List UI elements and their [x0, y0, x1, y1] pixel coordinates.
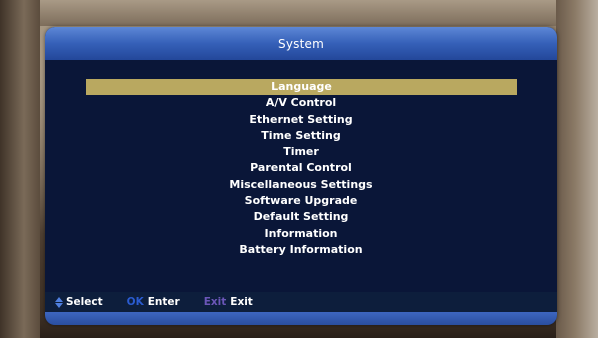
menu-item-information[interactable]: Information — [45, 226, 557, 242]
key-hint-bar: Select OK Enter Exit Exit — [45, 292, 557, 312]
ok-key-label: OK — [126, 296, 144, 308]
enter-hint-label: Enter — [147, 296, 180, 308]
dialog-bottom-bar — [45, 312, 557, 325]
menu-item-language[interactable]: Language — [86, 79, 517, 96]
select-hint-label: Select — [66, 296, 103, 308]
menu-item-default-setting[interactable]: Default Setting — [45, 209, 557, 225]
background-video-right — [556, 0, 598, 338]
exit-hint-label: Exit — [230, 296, 253, 308]
menu-item-battery-information[interactable]: Battery Information — [45, 242, 557, 258]
menu-item-ethernet-setting[interactable]: Ethernet Setting — [45, 112, 557, 128]
menu-item-av-control[interactable]: A/V Control — [45, 95, 557, 111]
background-video — [40, 0, 556, 26]
menu-item-miscellaneous-settings[interactable]: Miscellaneous Settings — [45, 177, 557, 193]
exit-hint: Exit Exit — [204, 296, 253, 308]
tv-screen: System Language A/V Control Ethernet Set… — [0, 0, 598, 338]
background-video-left — [0, 0, 40, 338]
enter-hint: OK Enter — [127, 296, 180, 308]
dialog-title: System — [45, 27, 557, 60]
menu-item-parental-control[interactable]: Parental Control — [45, 160, 557, 176]
system-menu-list: Language A/V Control Ethernet Setting Ti… — [45, 79, 557, 258]
system-menu-dialog: System Language A/V Control Ethernet Set… — [45, 27, 557, 325]
menu-item-time-setting[interactable]: Time Setting — [45, 128, 557, 144]
exit-key-label: Exit — [203, 296, 227, 308]
menu-item-software-upgrade[interactable]: Software Upgrade — [45, 193, 557, 209]
menu-item-timer[interactable]: Timer — [45, 144, 557, 160]
up-down-arrows-icon — [55, 296, 63, 308]
select-hint: Select — [55, 296, 103, 308]
